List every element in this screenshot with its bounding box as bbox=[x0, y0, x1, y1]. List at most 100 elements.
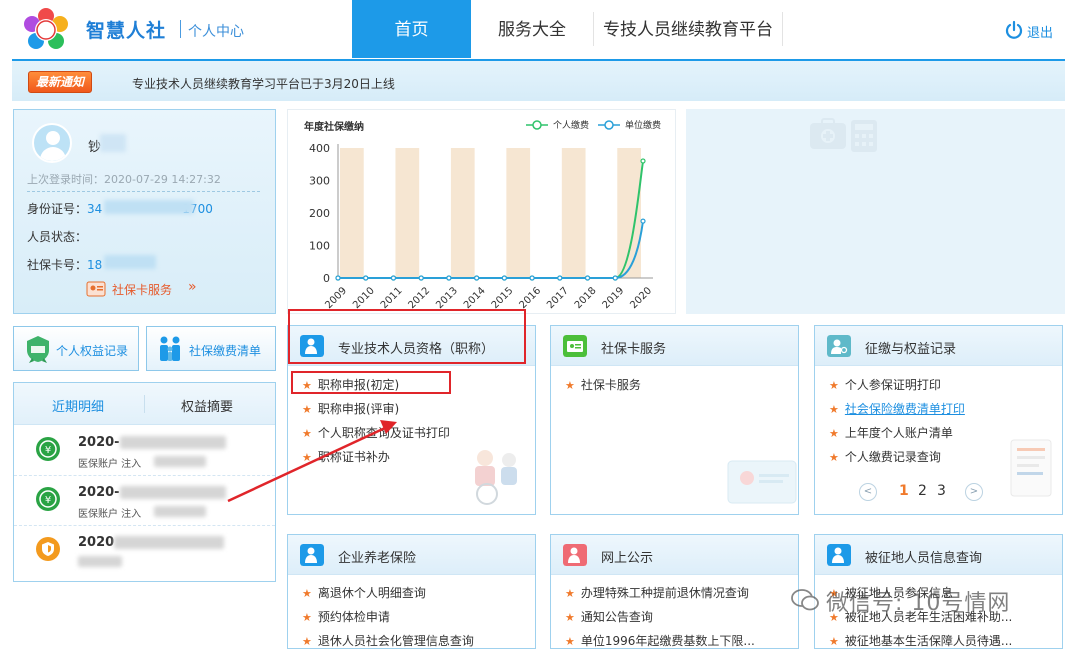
y-tick-label: 400 bbox=[309, 142, 330, 155]
service-link[interactable]: ★ 单位1996年起缴费基数上下限... bbox=[565, 632, 755, 649]
masked-text bbox=[154, 456, 206, 467]
double-chevron-icon: » bbox=[188, 279, 197, 295]
service-card-social-card: 社保卡服务 ★ 社保卡服务 bbox=[550, 325, 799, 515]
service-link[interactable]: ★ 预约体检申请 bbox=[302, 608, 390, 625]
data-point bbox=[529, 275, 535, 281]
tab-divider bbox=[144, 395, 145, 413]
rights-record-label: 个人权益记录 bbox=[56, 344, 129, 358]
prev-page-button[interactable]: < bbox=[859, 483, 877, 501]
service-link[interactable]: ★ 个人职称查询及证书打印 bbox=[302, 424, 450, 441]
service-link[interactable]: ★ 被征地基本生活保障人员待遇... bbox=[829, 632, 1012, 649]
banner-area bbox=[686, 109, 1065, 314]
card-title: 社保卡服务 bbox=[601, 342, 667, 357]
item-date: 2020 bbox=[78, 535, 115, 550]
data-point bbox=[640, 218, 646, 224]
service-link[interactable]: ★ 社保卡服务 bbox=[565, 376, 641, 393]
item-date: 2020- bbox=[78, 435, 120, 450]
service-link[interactable]: ★ 通知公告查询 bbox=[565, 608, 653, 625]
user-card: 钞 上次登录时间：2020-07-29 14:27:32 身份证号：34 1700… bbox=[13, 109, 276, 314]
data-point bbox=[363, 275, 369, 281]
series-line-2 bbox=[338, 220, 644, 279]
service-link[interactable]: ★ 离退休个人明细查询 bbox=[302, 584, 426, 601]
data-point bbox=[335, 275, 341, 281]
rights-record-button[interactable]: 个人权益记录 bbox=[13, 326, 139, 371]
notice-bar: 最新通知 专业技术人员继续教育学习平台已于3月20日上线 bbox=[12, 59, 1065, 101]
masked-text bbox=[114, 536, 224, 549]
notice-text[interactable]: 专业技术人员继续教育学习平台已于3月20日上线 bbox=[132, 75, 395, 92]
card-header: 被征地人员信息查询 bbox=[815, 535, 1062, 575]
service-link[interactable]: ★ 社会保险缴费清单打印 bbox=[829, 400, 965, 417]
highlight-box bbox=[291, 371, 451, 394]
x-tick-label: 2018 bbox=[573, 285, 599, 311]
chart-title: 年度社保缴纳 bbox=[304, 120, 364, 133]
calculator-icon bbox=[851, 120, 877, 152]
item-desc: 医保账户 注入 bbox=[78, 509, 142, 520]
list-item[interactable]: 2020 bbox=[14, 526, 275, 576]
shield-icon bbox=[36, 537, 60, 561]
tab-services[interactable]: 服务大全 bbox=[471, 0, 593, 58]
x-tick-label: 2009 bbox=[323, 285, 349, 311]
data-point bbox=[418, 275, 424, 281]
x-tick-label: 2016 bbox=[517, 285, 543, 311]
x-tick-label: 2014 bbox=[462, 285, 488, 311]
last-login: 上次登录时间：2020-07-29 14:27:32 bbox=[27, 173, 221, 186]
logo-icon bbox=[24, 8, 68, 49]
elderly-illustration bbox=[475, 450, 517, 505]
payment-list-button[interactable]: 社保缴费清单 bbox=[146, 326, 276, 371]
x-tick-label: 2012 bbox=[407, 285, 433, 311]
service-link[interactable]: ★ 职称证书补办 bbox=[302, 448, 390, 465]
data-point bbox=[390, 275, 397, 281]
highlight-box bbox=[288, 309, 526, 364]
series-line-1 bbox=[338, 160, 644, 279]
page-1[interactable]: 1 bbox=[899, 483, 909, 499]
pagination: < 1 2 3 > bbox=[859, 483, 989, 501]
service-link[interactable]: ★ 个人缴费记录查询 bbox=[829, 448, 941, 465]
card-service-link[interactable]: 社保卡服务 » bbox=[86, 279, 206, 298]
data-point bbox=[640, 158, 646, 164]
card-header: 网上公示 bbox=[551, 535, 798, 575]
tab-rights-summary[interactable]: 权益摘要 bbox=[181, 396, 233, 415]
tab-recent-details[interactable]: 近期明细 bbox=[52, 396, 104, 415]
logo-text: 智慧人社 bbox=[86, 20, 167, 42]
service-link[interactable]: ★ 职称申报(评审) bbox=[302, 400, 399, 417]
tab-continuing-education[interactable]: 专技人员继续教育平台 bbox=[594, 0, 782, 58]
legend-label: 个人缴费 bbox=[553, 119, 589, 131]
item-desc: 医保账户 注入 bbox=[78, 459, 142, 470]
yuan-icon: ¥ bbox=[36, 487, 60, 511]
list-item[interactable]: ¥ 2020- 医保账户 注入 bbox=[14, 426, 275, 476]
data-point bbox=[446, 275, 452, 281]
person-icon bbox=[563, 544, 587, 566]
chart-band bbox=[450, 148, 475, 278]
next-page-button[interactable]: > bbox=[965, 483, 983, 501]
item-date: 2020- bbox=[78, 485, 120, 500]
top-header: 智慧人社 个人中心 首页 服务大全 专技人员继续教育平台 退出 bbox=[0, 0, 1080, 58]
legend-label: 单位缴费 bbox=[625, 119, 661, 131]
person-icon bbox=[300, 544, 324, 566]
payment-list-label: 社保缴费清单 bbox=[189, 344, 262, 358]
service-link[interactable]: ★ 上年度个人账户清单 bbox=[829, 424, 953, 441]
service-link[interactable]: ★ 办理特殊工种提前退休情况查询 bbox=[565, 584, 749, 601]
page-3[interactable]: 3 bbox=[937, 483, 946, 499]
chart-panel: 年度社保缴纳 0 100 200 300 400 2009 2010 2011 2012 2013 2… bbox=[287, 109, 676, 314]
tab-home[interactable]: 首页 bbox=[352, 0, 471, 58]
notice-badge: 最新通知 bbox=[28, 71, 92, 93]
masked-text bbox=[154, 506, 206, 517]
service-card-enterprise-pension: 企业养老保险 ★ 离退休个人明细查询 ★ 预约体检申请 ★ 退休人员社会化管理信息查询 bbox=[287, 534, 536, 649]
logo-subtitle: 个人中心 bbox=[188, 24, 244, 40]
page-2[interactable]: 2 bbox=[918, 483, 927, 499]
service-link[interactable]: ★ 个人参保证明打印 bbox=[829, 376, 941, 393]
card-number-row: 社保卡号：18 bbox=[27, 258, 103, 272]
y-tick-label: 100 bbox=[309, 240, 330, 253]
list-item[interactable]: ¥ 2020- 医保账户 注入 bbox=[14, 476, 275, 526]
annual-contribution-chart: 年度社保缴纳01002003004002009 2010 2011 2012 2013 2… bbox=[304, 119, 661, 311]
logout-button[interactable]: 退出 bbox=[1004, 18, 1058, 42]
card-icon bbox=[563, 335, 587, 357]
service-card-public-notice: 网上公示 ★ 办理特殊工种提前退休情况查询 ★ 通知公告查询 ★ 单位1996年起缴费… bbox=[550, 534, 799, 649]
chart-band bbox=[561, 148, 586, 278]
y-tick-label: 0 bbox=[323, 272, 330, 285]
card-title: 网上公示 bbox=[601, 551, 654, 566]
document-illustration bbox=[1010, 439, 1052, 497]
recent-panel: 近期明细 权益摘要 ¥ 2020- 医保账户 注入 ¥ 2020- 医保账户 注… bbox=[13, 382, 276, 582]
service-link[interactable]: ★ 退休人员社会化管理信息查询 bbox=[302, 632, 474, 649]
card-title: 征缴与权益记录 bbox=[865, 342, 957, 357]
